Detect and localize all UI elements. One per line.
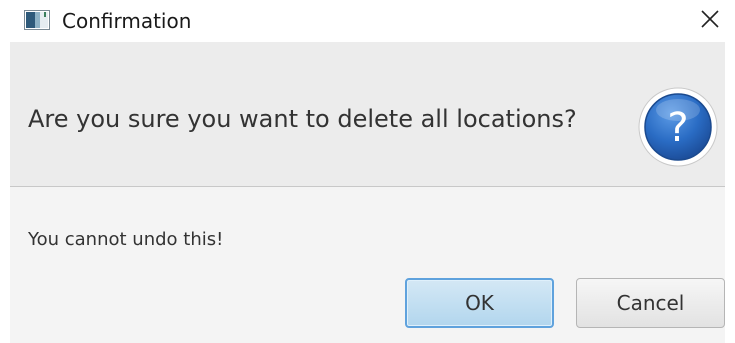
content-message: You cannot undo this! (28, 229, 224, 250)
close-button[interactable] (685, 0, 735, 42)
question-glyph: ? (667, 105, 688, 151)
cancel-button-label: Cancel (616, 291, 685, 315)
ok-button-label: OK (465, 291, 494, 315)
dialog-content: Are you sure you want to delete all loca… (10, 42, 725, 343)
dialog-header-panel: Are you sure you want to delete all loca… (10, 42, 725, 187)
header-message: Are you sure you want to delete all loca… (28, 105, 577, 133)
window-title: Confirmation (62, 9, 192, 33)
java-window-icon (24, 10, 50, 30)
title-bar[interactable]: Confirmation (0, 0, 735, 42)
question-icon: ? (637, 86, 719, 168)
ok-button[interactable]: OK (405, 278, 554, 328)
cancel-button[interactable]: Cancel (576, 278, 725, 328)
close-x-icon (700, 9, 720, 33)
confirmation-dialog-window: Confirmation Are you sure you want to de… (0, 0, 735, 343)
